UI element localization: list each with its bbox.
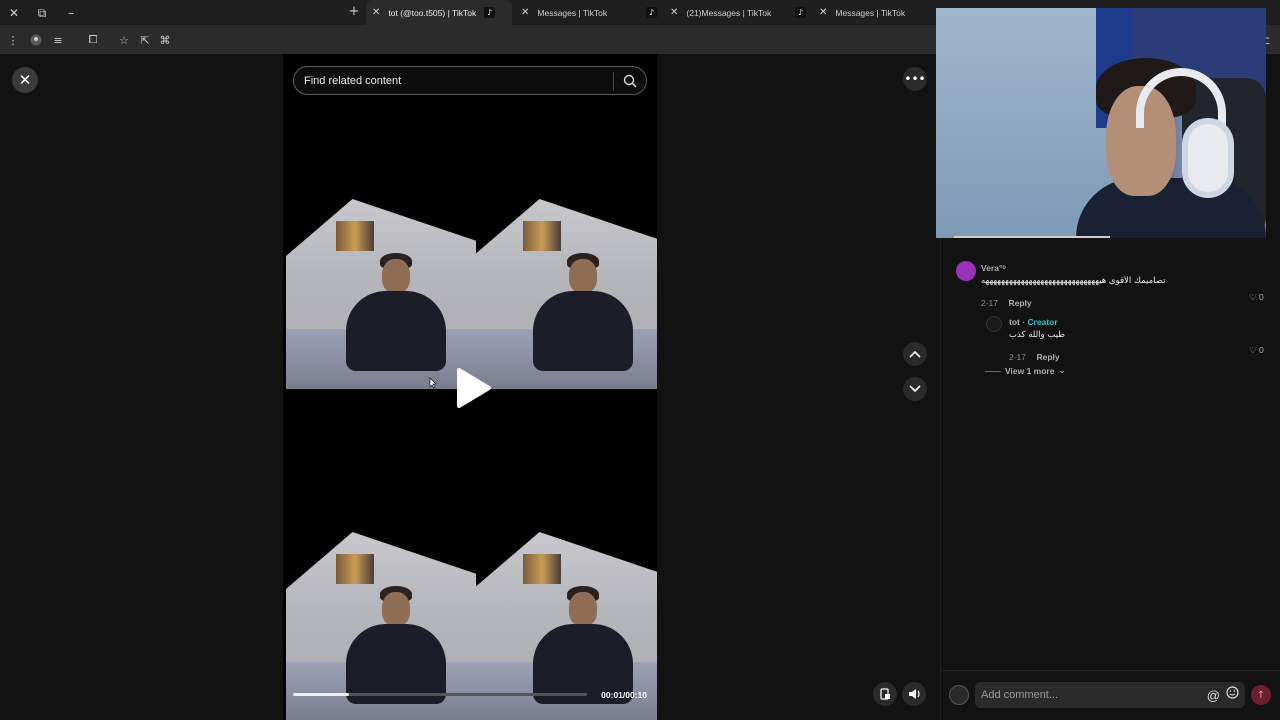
tab-messages-2[interactable]: ✕ (21)Messages | TikTok ♪ bbox=[664, 0, 810, 25]
comment-item: Vera°ᵒ تصاميمك الأقوى هيهههههههههههههههه… bbox=[981, 263, 1271, 311]
creator-badge: Creator bbox=[1027, 317, 1058, 327]
tab-label: tot (@too.t505) | TikTok bbox=[388, 7, 477, 18]
mention-icon[interactable]: @ bbox=[1207, 688, 1220, 703]
user-avatar bbox=[949, 685, 969, 705]
like-count: 0 bbox=[1259, 345, 1264, 355]
comment-text: تصاميمك الأقوى هيههههههههههههههههههههههه… bbox=[981, 276, 1166, 286]
reply-button[interactable]: Reply bbox=[1036, 352, 1059, 362]
emoji-icon[interactable] bbox=[1226, 686, 1239, 704]
tab-close-icon[interactable]: ✕ bbox=[670, 7, 678, 18]
avatar[interactable] bbox=[956, 261, 976, 281]
tab-tiktok-profile[interactable]: ✕ tot (@too.t505) | TikTok ♪ bbox=[366, 0, 512, 25]
profile-icon[interactable] bbox=[28, 32, 44, 48]
like-button[interactable]: ♡ 0 bbox=[1249, 292, 1264, 303]
comment-username[interactable]: tot bbox=[1009, 317, 1020, 327]
tab-close-icon[interactable]: ✕ bbox=[819, 7, 827, 18]
play-icon[interactable] bbox=[453, 366, 493, 410]
new-tab-button[interactable]: + bbox=[346, 4, 362, 20]
extensions-icon[interactable]: ⧠ bbox=[85, 32, 101, 48]
video-frame-tile bbox=[473, 199, 657, 389]
tab-label: Messages | TikTok bbox=[835, 7, 906, 18]
more-menu-icon[interactable]: ⋮ bbox=[5, 32, 21, 48]
divider-line bbox=[985, 370, 1001, 372]
view-more-replies-button[interactable]: View 1 more ⌄ bbox=[985, 366, 1066, 376]
tab-label: (21)Messages | TikTok bbox=[686, 7, 772, 18]
video-time: 00:01/00:10 bbox=[601, 690, 647, 700]
avatar[interactable] bbox=[986, 316, 1002, 332]
heart-icon: ♡ bbox=[1249, 292, 1257, 302]
comment-username[interactable]: Vera°ᵒ bbox=[981, 263, 1271, 273]
restore-window-icon[interactable]: ⧉ bbox=[33, 4, 51, 22]
reply-item: tot · Creator طيب والله كذب 2-17 Reply bbox=[1009, 317, 1259, 365]
like-button[interactable]: ♡ 0 bbox=[1249, 345, 1264, 356]
comment-input[interactable] bbox=[975, 689, 1207, 701]
video-progress-fill bbox=[293, 693, 349, 696]
comment-input-bar: @ ↑ bbox=[941, 670, 1280, 720]
previous-video-icon[interactable] bbox=[903, 342, 927, 366]
tiktok-favicon-icon: ♪ bbox=[646, 7, 657, 18]
reading-list-icon[interactable]: ≡ bbox=[50, 32, 66, 48]
tab-close-icon[interactable]: ✕ bbox=[521, 7, 529, 18]
video-frame-tile bbox=[286, 199, 476, 389]
search-bar bbox=[293, 66, 647, 95]
webcam-overlay bbox=[936, 8, 1266, 238]
video-progress-bar[interactable] bbox=[293, 693, 587, 696]
search-icon[interactable] bbox=[614, 67, 646, 94]
mouse-cursor-icon bbox=[429, 376, 437, 389]
video-player[interactable]: 00:01/00:10 bbox=[283, 54, 657, 720]
chevron-down-icon: ⌄ bbox=[1058, 366, 1066, 376]
tiktok-favicon-icon: ♪ bbox=[484, 7, 496, 18]
volume-icon[interactable] bbox=[902, 682, 926, 706]
more-options-icon[interactable]: ••• bbox=[903, 67, 927, 91]
floating-player-icon[interactable] bbox=[873, 682, 897, 706]
close-window-icon[interactable]: ✕ bbox=[5, 4, 23, 22]
heart-icon: ♡ bbox=[1249, 345, 1257, 355]
comment-date: 2-17 bbox=[981, 298, 999, 308]
bookmark-star-icon[interactable]: ☆ bbox=[116, 32, 132, 48]
search-input[interactable] bbox=[294, 74, 613, 87]
share-icon[interactable]: ⇱ bbox=[137, 32, 153, 48]
reply-button[interactable]: Reply bbox=[1008, 298, 1031, 308]
post-comment-button[interactable]: ↑ bbox=[1251, 685, 1271, 705]
close-video-button[interactable]: ✕ bbox=[12, 67, 38, 93]
comment-text: طيب والله كذب bbox=[1009, 330, 1066, 340]
tiktok-video-page: ✕ 00:01/00:10 bbox=[0, 8, 1280, 720]
comment-field: @ bbox=[975, 682, 1245, 708]
translate-icon[interactable]: ⌘ bbox=[157, 32, 173, 48]
video-frame-tile bbox=[286, 532, 476, 720]
tiktok-favicon-icon: ♪ bbox=[795, 7, 806, 18]
minimize-window-icon[interactable]: – bbox=[62, 4, 80, 22]
separator-dot: · bbox=[1022, 317, 1026, 327]
tab-close-icon[interactable]: ✕ bbox=[372, 7, 380, 18]
comment-date: 2-17 bbox=[1009, 352, 1027, 362]
tab-messages-1[interactable]: ✕ Messages | TikTok ♪ bbox=[515, 0, 661, 25]
like-count: 0 bbox=[1259, 292, 1264, 302]
tab-messages-3[interactable]: ✕ Messages | TikTok bbox=[813, 0, 937, 25]
view-more-label: View 1 more bbox=[1005, 366, 1055, 376]
tab-label: Messages | TikTok bbox=[537, 7, 608, 18]
next-video-icon[interactable] bbox=[903, 377, 927, 401]
